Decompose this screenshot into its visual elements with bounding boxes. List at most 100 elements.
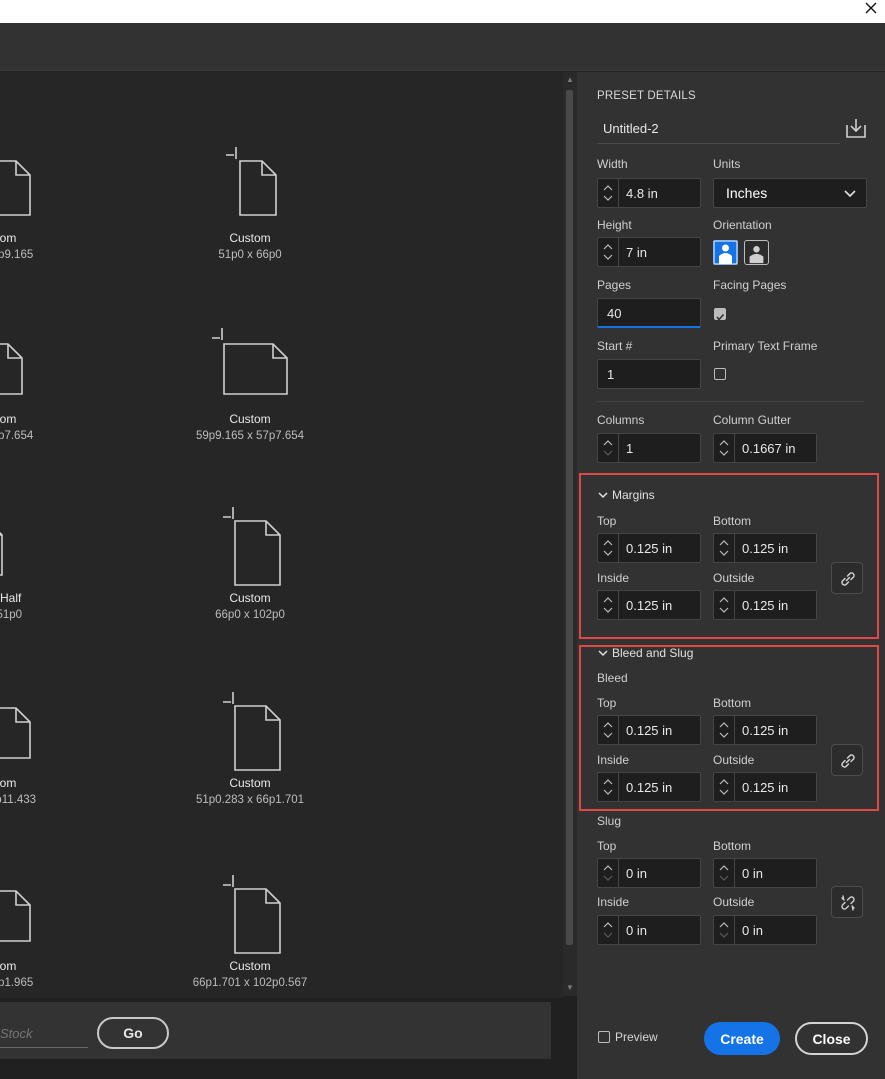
chevron-up-icon[interactable] [719,596,729,604]
scroll-up-icon[interactable]: ▲ [566,76,574,84]
bleed-inside-stepper[interactable] [598,773,619,801]
preset-tile[interactable]: Custom 66p1.701 x 102p0.567 [150,875,350,989]
chevron-up-icon[interactable] [719,864,729,872]
height-stepper[interactable] [598,238,619,266]
preset-tile[interactable]: Custom 66p0 x 102p0 [150,507,350,621]
width-input[interactable] [626,179,696,207]
margin-bottom-stepper[interactable] [714,534,735,562]
preset-tile[interactable]: ustom 5 x 26p1.965 [0,875,100,989]
margin-outside-input[interactable] [742,591,814,619]
margin-inside-stepper[interactable] [598,591,619,619]
facing-pages-checkbox[interactable] [714,308,726,321]
bleed-link-button[interactable] [831,744,863,776]
chevron-up-icon[interactable] [603,243,613,251]
margin-top-input[interactable] [626,534,698,562]
chevron-up-icon[interactable] [603,596,613,604]
bleed-bottom-input[interactable] [742,716,814,744]
slug-top-stepper[interactable] [598,859,619,887]
slug-bottom-stepper[interactable] [714,859,735,887]
chevron-up-icon[interactable] [719,778,729,786]
bleed-outside-field[interactable] [713,772,817,802]
scroll-down-icon[interactable]: ▼ [566,984,574,992]
width-field[interactable] [597,178,701,208]
go-button[interactable]: Go [97,1017,169,1049]
margin-inside-input[interactable] [626,591,698,619]
bleed-slug-section-toggle[interactable]: Bleed and Slug [598,646,693,660]
chevron-up-icon[interactable] [603,721,613,729]
bleed-bottom-stepper[interactable] [714,716,735,744]
document-name-input[interactable] [597,114,840,144]
bleed-top-stepper[interactable] [598,716,619,744]
columns-field[interactable] [597,433,701,463]
slug-bottom-input[interactable] [742,859,814,887]
chevron-down-icon[interactable] [719,449,729,457]
preset-tile[interactable]: Custom 51p0 x 66p0 [150,147,350,261]
width-stepper[interactable] [598,179,619,207]
margin-inside-field[interactable] [597,590,701,620]
slug-top-input[interactable] [626,859,698,887]
column-gutter-field[interactable] [713,433,817,463]
bleed-outside-stepper[interactable] [714,773,735,801]
chevron-up-icon[interactable] [719,921,729,929]
pages-field[interactable] [597,298,701,328]
bleed-top-input[interactable] [626,716,698,744]
chevron-down-icon[interactable] [719,788,729,796]
preset-grid-scrollbar[interactable]: ▲ ▼ [563,72,577,996]
slug-inside-field[interactable] [597,915,701,945]
bleed-top-field[interactable] [597,715,701,745]
chevron-up-icon[interactable] [719,439,729,447]
create-button[interactable]: Create [704,1022,780,1055]
height-input[interactable] [626,238,696,266]
slug-inside-input[interactable] [626,916,698,944]
margins-link-button[interactable] [831,562,863,594]
chevron-down-icon[interactable] [603,874,613,882]
chevron-down-icon[interactable] [603,194,613,202]
window-close-icon[interactable] [863,0,879,16]
margins-section-toggle[interactable]: Margins [598,488,655,502]
chevron-down-icon[interactable] [719,874,729,882]
units-select[interactable]: Inches [713,178,867,208]
height-field[interactable] [597,237,701,267]
chevron-up-icon[interactable] [603,539,613,547]
preset-tile[interactable]: er - Half 0 x 51p0 [0,507,100,621]
portrait-orientation-button[interactable] [713,240,738,265]
columns-input[interactable] [626,434,696,462]
margin-outside-field[interactable] [713,590,817,620]
preset-tile[interactable]: ustom 9 x 29p9.165 [0,147,100,261]
chevron-down-icon[interactable] [603,253,613,261]
bleed-outside-input[interactable] [742,773,814,801]
column-gutter-stepper[interactable] [714,434,735,462]
chevron-up-icon[interactable] [603,864,613,872]
preset-tile[interactable]: Custom 51p0.283 x 66p1.701 [150,692,350,806]
preset-tile[interactable]: Custom 59p9.165 x 57p7.654 [150,328,350,442]
margin-bottom-field[interactable] [713,533,817,563]
slug-inside-stepper[interactable] [598,916,619,944]
slug-outside-stepper[interactable] [714,916,735,944]
slug-outside-field[interactable] [713,915,817,945]
primary-text-frame-checkbox[interactable] [714,368,726,380]
start-number-input[interactable] [607,360,697,388]
chevron-down-icon[interactable] [719,731,729,739]
slug-bottom-field[interactable] [713,858,817,888]
preset-tile[interactable]: ustom 7 x 77p11.433 [0,692,100,806]
pages-input[interactable] [607,299,697,327]
margin-bottom-input[interactable] [742,534,814,562]
preview-checkbox[interactable] [598,1031,610,1043]
chevron-up-icon[interactable] [719,539,729,547]
chevron-down-icon[interactable] [603,549,613,557]
columns-stepper[interactable] [598,434,619,462]
slug-top-field[interactable] [597,858,701,888]
margin-outside-stepper[interactable] [714,591,735,619]
chevron-down-icon[interactable] [719,606,729,614]
save-preset-icon[interactable] [845,117,867,139]
bleed-bottom-field[interactable] [713,715,817,745]
slug-unlink-button[interactable] [831,886,863,918]
slug-outside-input[interactable] [742,916,814,944]
chevron-up-icon[interactable] [603,184,613,192]
chevron-up-icon[interactable] [603,778,613,786]
start-number-field[interactable] [597,359,701,389]
stock-search-input[interactable] [0,1020,88,1048]
chevron-down-icon[interactable] [603,788,613,796]
chevron-up-icon[interactable] [603,439,613,447]
bleed-inside-input[interactable] [626,773,698,801]
